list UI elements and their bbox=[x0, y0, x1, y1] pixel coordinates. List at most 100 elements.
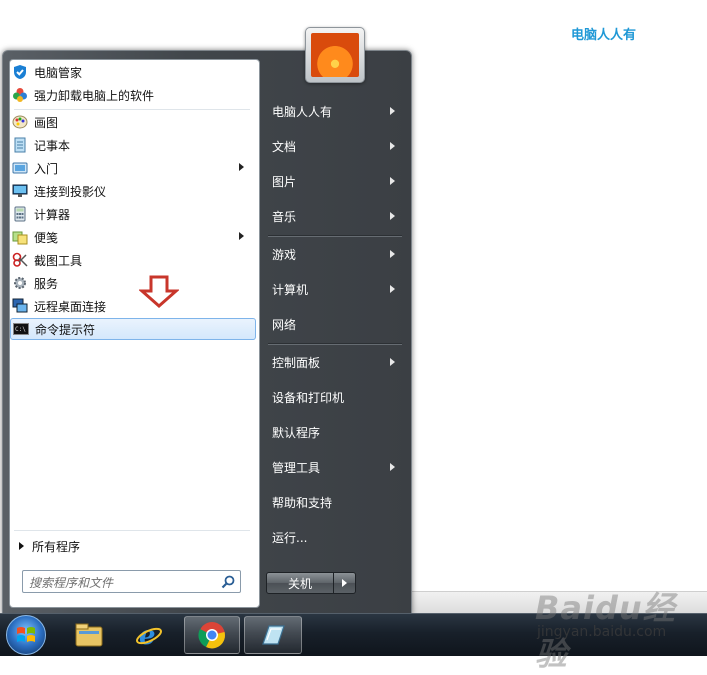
program-label: 远程桌面连接 bbox=[34, 299, 107, 314]
right-item-label: 管理工具 bbox=[272, 460, 321, 475]
taskbar-chrome-button[interactable] bbox=[184, 616, 240, 654]
flower-picture-icon bbox=[311, 33, 359, 77]
program-label: 记事本 bbox=[34, 138, 71, 153]
watermark-url: jingyan.baidu.com bbox=[537, 624, 667, 640]
right-item-label: 网络 bbox=[272, 317, 297, 332]
submenu-arrow-icon bbox=[390, 285, 395, 293]
program-label: 连接到投影仪 bbox=[34, 184, 107, 199]
program-item-pc-manager[interactable]: 电脑管家 bbox=[10, 61, 256, 83]
right-item-control-panel[interactable]: 控制面板 bbox=[264, 346, 404, 378]
right-item-devices-printers[interactable]: 设备和打印机 bbox=[264, 381, 404, 413]
internet-explorer-icon: e bbox=[136, 621, 162, 650]
notepad-icon bbox=[12, 137, 28, 153]
submenu-arrow-icon bbox=[390, 177, 395, 185]
taskbar-app-button[interactable] bbox=[244, 616, 302, 654]
submenu-arrow-icon bbox=[390, 250, 395, 258]
windows-start-orb-icon[interactable] bbox=[6, 615, 46, 655]
right-item-admin-tools[interactable]: 管理工具 bbox=[264, 451, 404, 483]
taskbar-ie-button[interactable]: e bbox=[126, 616, 172, 654]
chevron-right-icon bbox=[342, 579, 347, 587]
right-item-label: 默认程序 bbox=[272, 425, 321, 440]
user-account-picture[interactable] bbox=[305, 27, 365, 83]
app-window-icon bbox=[262, 625, 285, 645]
expand-arrow-icon bbox=[19, 542, 24, 550]
right-separator bbox=[268, 235, 402, 237]
program-label: 便笺 bbox=[34, 230, 59, 245]
program-label: 命令提示符 bbox=[35, 322, 96, 337]
right-item-network[interactable]: 网络 bbox=[264, 308, 404, 340]
right-item-label: 文档 bbox=[272, 139, 297, 154]
right-item-computer[interactable]: 计算机 bbox=[264, 273, 404, 305]
snipping-tool-icon bbox=[12, 252, 28, 268]
submenu-arrow-icon bbox=[239, 232, 244, 240]
right-item-user-folder[interactable]: 电脑人人有 bbox=[264, 95, 404, 127]
submenu-arrow-icon bbox=[239, 163, 244, 171]
calculator-icon bbox=[12, 206, 28, 222]
right-separator bbox=[268, 343, 402, 345]
submenu-arrow-icon bbox=[390, 212, 395, 220]
program-item-calculator[interactable]: 计算器 bbox=[10, 203, 256, 225]
projector-icon bbox=[12, 183, 28, 199]
clover-icon bbox=[12, 87, 28, 103]
right-item-label: 运行... bbox=[272, 530, 308, 545]
right-item-label: 游戏 bbox=[272, 247, 297, 262]
start-search-box bbox=[22, 570, 241, 594]
right-item-label: 控制面板 bbox=[272, 355, 321, 370]
right-item-label: 计算机 bbox=[272, 282, 309, 297]
cmd-icon: C:\ bbox=[13, 321, 29, 337]
program-label: 画图 bbox=[34, 115, 59, 130]
services-gear-icon bbox=[12, 275, 28, 291]
right-item-default-programs[interactable]: 默认程序 bbox=[264, 416, 404, 448]
program-label: 强力卸载电脑上的软件 bbox=[34, 88, 155, 103]
program-item-getting-started[interactable]: 入门 bbox=[10, 157, 256, 179]
taskbar-explorer-button[interactable] bbox=[66, 616, 112, 654]
all-programs-label: 所有程序 bbox=[32, 539, 81, 554]
right-item-games[interactable]: 游戏 bbox=[264, 238, 404, 270]
program-label: 服务 bbox=[34, 276, 59, 291]
right-item-documents[interactable]: 文档 bbox=[264, 130, 404, 162]
search-icon[interactable] bbox=[221, 575, 235, 589]
shutdown-options-button[interactable] bbox=[334, 572, 356, 594]
program-item-paint[interactable]: 画图 bbox=[10, 111, 256, 133]
right-item-music[interactable]: 音乐 bbox=[264, 200, 404, 232]
shield-icon bbox=[12, 64, 28, 80]
right-item-label: 帮助和支持 bbox=[272, 495, 333, 510]
desktop-label: 电脑人人有 bbox=[571, 28, 637, 43]
right-item-run[interactable]: 运行... bbox=[264, 521, 404, 553]
submenu-arrow-icon bbox=[390, 463, 395, 471]
submenu-arrow-icon bbox=[390, 107, 395, 115]
program-item-services[interactable]: 服务 bbox=[10, 272, 256, 294]
remote-desktop-icon bbox=[12, 298, 28, 314]
shutdown-button[interactable]: 关机 bbox=[266, 572, 334, 594]
all-programs-button[interactable]: 所有程序 bbox=[10, 535, 256, 557]
right-item-help-support[interactable]: 帮助和支持 bbox=[264, 486, 404, 518]
program-item-connect-projector[interactable]: 连接到投影仪 bbox=[10, 180, 256, 202]
program-label: 截图工具 bbox=[34, 253, 83, 268]
program-item-sticky-notes[interactable]: 便笺 bbox=[10, 226, 256, 248]
right-item-pictures[interactable]: 图片 bbox=[264, 165, 404, 197]
all-programs-separator bbox=[14, 530, 250, 531]
right-item-label: 音乐 bbox=[272, 209, 297, 224]
search-input[interactable] bbox=[23, 571, 221, 594]
submenu-arrow-icon bbox=[390, 358, 395, 366]
svg-text:C:\: C:\ bbox=[15, 326, 26, 333]
right-item-label: 电脑人人有 bbox=[272, 104, 333, 119]
sticky-notes-icon bbox=[12, 229, 28, 245]
pinned-separator bbox=[14, 109, 250, 110]
program-label: 电脑管家 bbox=[34, 65, 83, 80]
file-explorer-icon bbox=[75, 623, 103, 647]
right-item-label: 图片 bbox=[272, 174, 297, 189]
chrome-browser-icon bbox=[198, 622, 225, 649]
program-item-uninstaller[interactable]: 强力卸载电脑上的软件 bbox=[10, 84, 256, 106]
right-item-label: 设备和打印机 bbox=[272, 390, 345, 405]
program-label: 计算器 bbox=[34, 207, 71, 222]
program-item-snipping-tool[interactable]: 截图工具 bbox=[10, 249, 256, 271]
submenu-arrow-icon bbox=[390, 142, 395, 150]
paint-icon bbox=[12, 114, 28, 130]
program-item-remote-desktop[interactable]: 远程桌面连接 bbox=[10, 295, 256, 317]
down-arrow-annotation-icon bbox=[139, 275, 179, 309]
program-item-notepad[interactable]: 记事本 bbox=[10, 134, 256, 156]
program-item-command-prompt[interactable]: C:\ 命令提示符 bbox=[10, 318, 256, 340]
program-label: 入门 bbox=[34, 161, 59, 176]
getting-started-icon bbox=[12, 160, 28, 176]
